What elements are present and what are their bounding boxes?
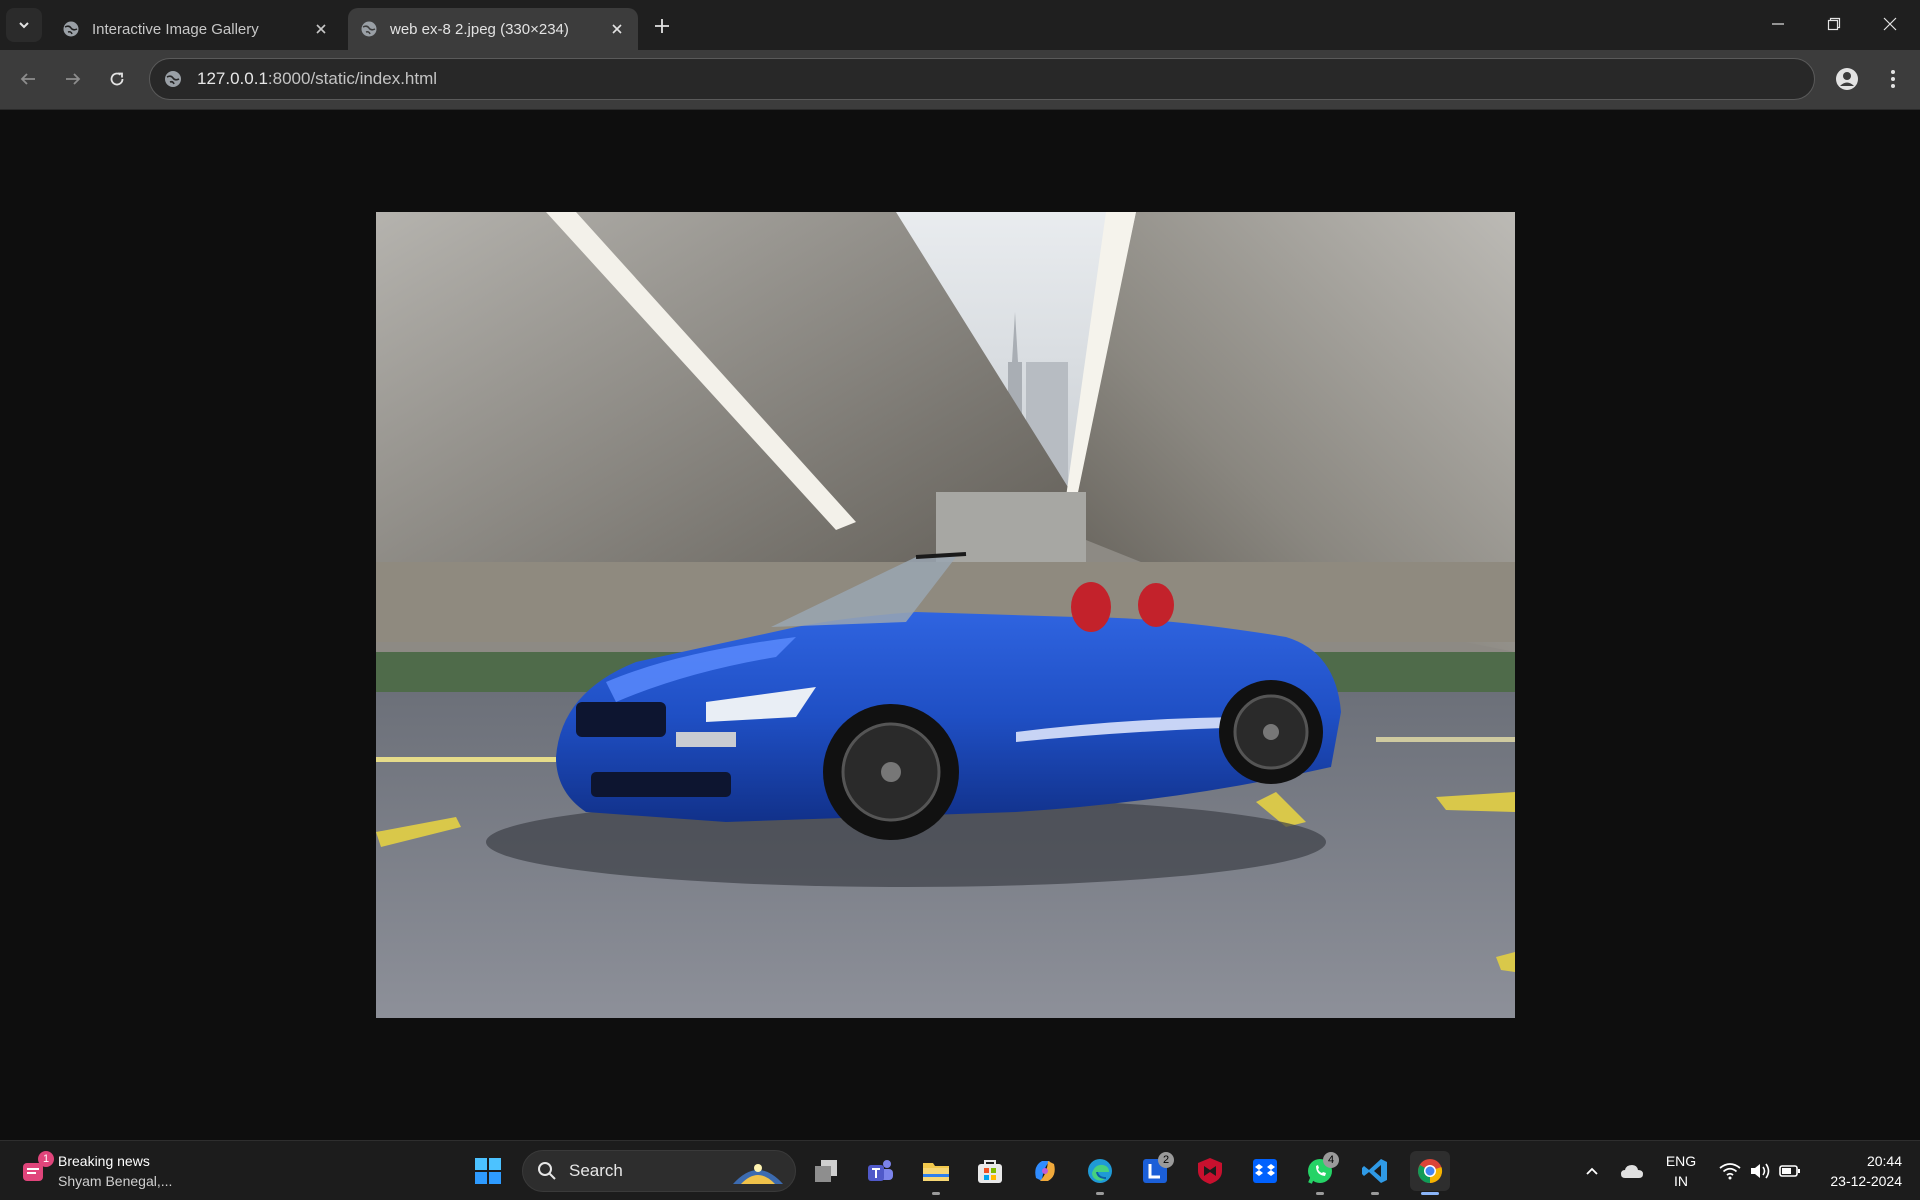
quick-settings-button[interactable] (1708, 1151, 1812, 1191)
close-icon[interactable] (608, 20, 626, 38)
chevron-up-icon (1586, 1167, 1598, 1175)
mcafee-button[interactable] (1190, 1151, 1230, 1191)
arrow-right-icon (66, 73, 81, 85)
profile-icon (1836, 68, 1858, 90)
task-view-button[interactable] (806, 1151, 846, 1191)
back-button[interactable] (11, 62, 45, 96)
store-icon (978, 1160, 1002, 1183)
l-app-button[interactable]: 2 (1135, 1151, 1175, 1191)
restore-button[interactable] (1806, 0, 1862, 48)
chrome-icon (1418, 1159, 1443, 1184)
dropbox-button[interactable] (1245, 1151, 1285, 1191)
plus-icon (655, 19, 669, 33)
page-content (0, 110, 1920, 1140)
site-info-icon[interactable] (163, 69, 183, 89)
windows-taskbar: 1 Breaking news Shyam Benegal,... Search (0, 1140, 1920, 1200)
profile-button[interactable] (1830, 62, 1864, 96)
vscode-icon (1362, 1159, 1387, 1183)
teams-button[interactable] (860, 1151, 900, 1191)
tab-web-ex-8-jpeg[interactable]: web ex-8 2.jpeg (330×234) (348, 8, 638, 50)
clock-date: 23-12-2024 (1830, 1173, 1902, 1189)
globe-icon (360, 20, 378, 38)
whatsapp-button[interactable]: 4 (1300, 1151, 1340, 1195)
tab-interactive-image-gallery[interactable]: Interactive Image Gallery (50, 8, 342, 50)
close-window-button[interactable] (1862, 0, 1918, 48)
news-badge: 1 (38, 1151, 54, 1167)
tab-search-button[interactable] (6, 8, 42, 42)
url-host: 127.0.0.1 (197, 69, 268, 88)
file-explorer-button[interactable] (916, 1151, 956, 1195)
start-button[interactable] (468, 1151, 508, 1191)
browser-titlebar: Interactive Image Gallery web ex-8 2.jpe… (0, 0, 1920, 50)
news-subtitle: Shyam Benegal,... (58, 1173, 173, 1189)
vscode-button[interactable] (1355, 1151, 1395, 1195)
news-icon: 1 (20, 1151, 54, 1185)
more-vertical-icon (1891, 70, 1895, 88)
running-indicator (932, 1192, 940, 1195)
language-indicator[interactable]: ENG IN (1656, 1151, 1706, 1191)
reload-button[interactable] (100, 62, 134, 96)
close-icon[interactable] (312, 20, 330, 38)
volume-icon (1751, 1163, 1770, 1179)
address-bar[interactable]: 127.0.0.1:8000/static/index.html (149, 58, 1815, 100)
search-label: Search (569, 1161, 623, 1180)
arrow-left-icon (20, 73, 35, 85)
gallery-image[interactable] (376, 212, 1515, 1018)
language-code: ENG (1665, 1153, 1697, 1169)
browser-toolbar: 127.0.0.1:8000/static/index.html (0, 50, 1920, 110)
dropbox-icon (1253, 1159, 1277, 1183)
url-path: :8000/static/index.html (267, 69, 438, 88)
microsoft-store-button[interactable] (970, 1151, 1010, 1191)
copilot-button[interactable] (1025, 1151, 1065, 1191)
copilot-icon (1035, 1161, 1055, 1181)
folder-icon (923, 1163, 949, 1181)
active-indicator (1421, 1192, 1439, 1195)
battery-icon (1779, 1165, 1800, 1177)
address-url: 127.0.0.1:8000/static/index.html (197, 69, 437, 89)
close-icon (1883, 17, 1897, 31)
news-title: Breaking news (58, 1153, 150, 1169)
taskbar-search[interactable]: Search (522, 1150, 796, 1192)
chevron-down-icon (19, 22, 29, 29)
l-app-badge: 2 (1158, 1152, 1174, 1168)
running-indicator (1371, 1192, 1379, 1195)
restore-icon (1827, 17, 1841, 31)
tab-label: web ex-8 2.jpeg (330×234) (390, 20, 569, 38)
car-photo (376, 212, 1515, 1018)
windows-icon (475, 1158, 501, 1184)
tab-label: Interactive Image Gallery (92, 20, 259, 38)
edge-button[interactable] (1080, 1151, 1120, 1195)
running-indicator (1316, 1192, 1324, 1195)
wifi-icon (1719, 1163, 1741, 1180)
clock[interactable]: 20:44 23-12-2024 (1812, 1151, 1902, 1191)
cloud-icon (1621, 1165, 1643, 1178)
clock-time: 20:44 (1866, 1153, 1902, 1169)
region-code: IN (1674, 1173, 1688, 1189)
running-indicator (1096, 1192, 1104, 1195)
onedrive-button[interactable] (1612, 1151, 1652, 1191)
news-widget[interactable]: 1 Breaking news Shyam Benegal,... (20, 1149, 172, 1193)
reload-icon (110, 72, 124, 86)
whatsapp-badge: 4 (1323, 1152, 1339, 1168)
mcafee-icon (1198, 1158, 1222, 1184)
show-hidden-icons-button[interactable] (1572, 1151, 1612, 1191)
chrome-button[interactable] (1410, 1151, 1450, 1195)
search-highlight-icon (733, 1164, 783, 1184)
task-view-icon (815, 1160, 837, 1182)
globe-icon (62, 20, 80, 38)
minimize-icon (1772, 23, 1784, 25)
menu-button[interactable] (1876, 62, 1910, 96)
edge-icon (1088, 1159, 1112, 1183)
search-icon (538, 1162, 556, 1180)
minimize-button[interactable] (1750, 0, 1806, 48)
forward-button[interactable] (56, 62, 90, 96)
new-tab-button[interactable] (648, 12, 676, 40)
teams-icon (868, 1160, 893, 1181)
